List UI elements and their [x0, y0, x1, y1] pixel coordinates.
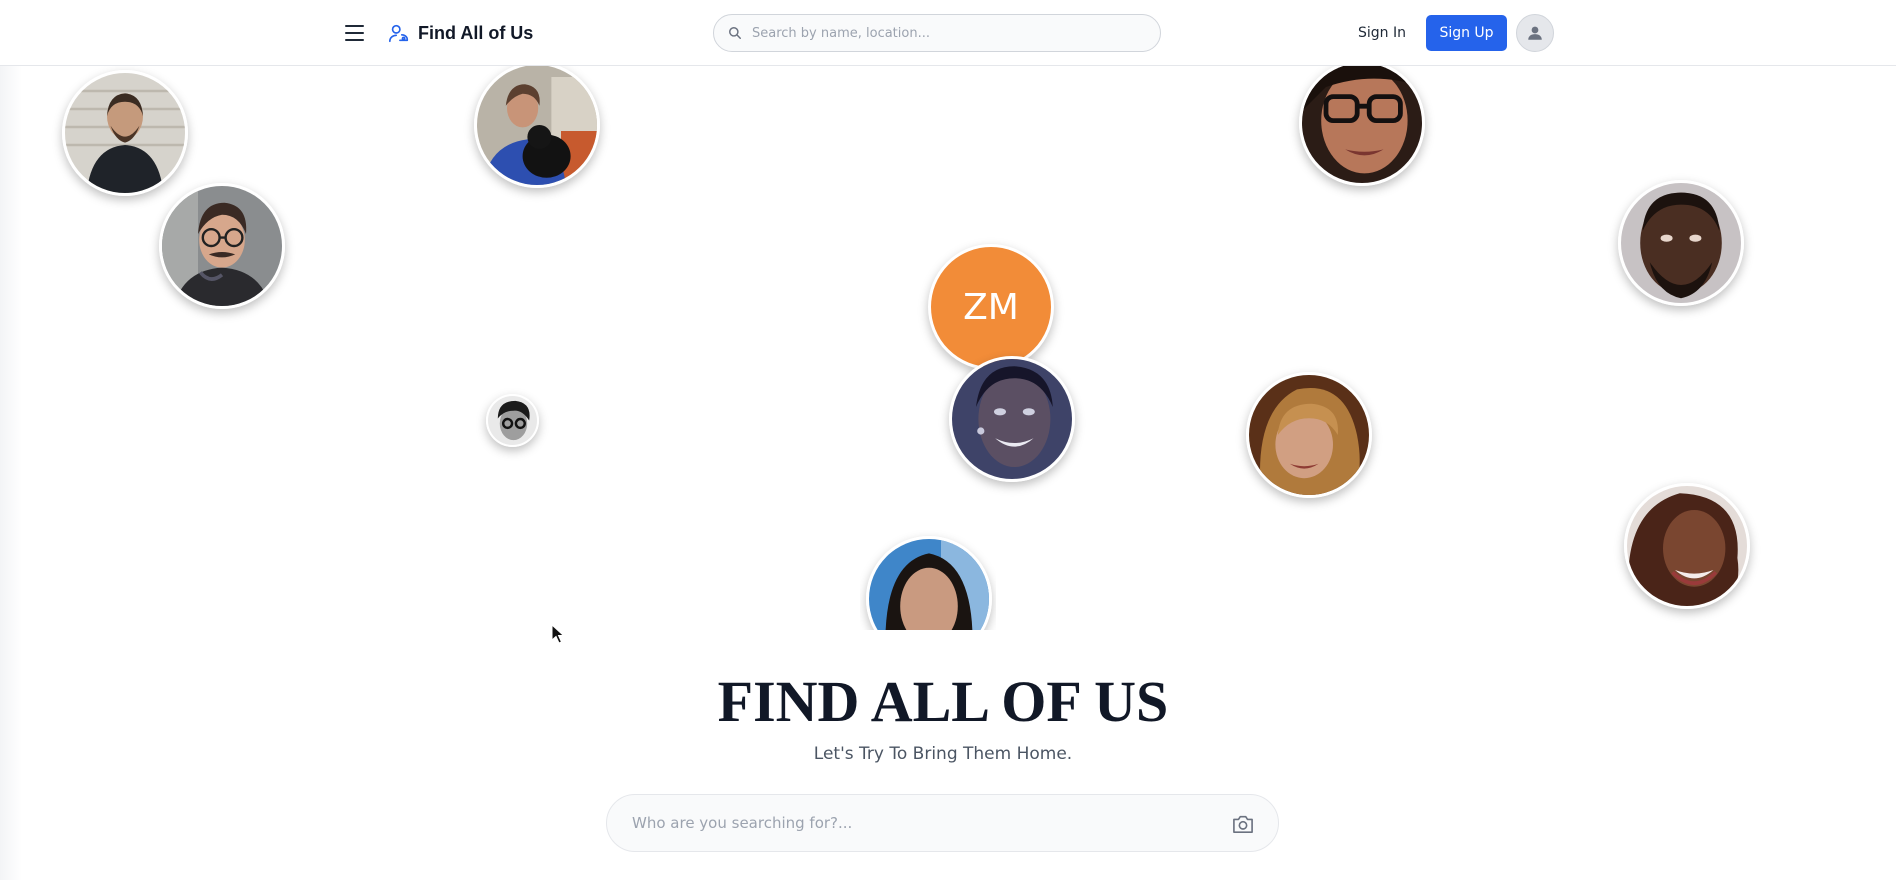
profile-photo-7[interactable] — [486, 394, 539, 447]
person-photo-icon — [65, 73, 185, 193]
profile-photo-6[interactable] — [949, 356, 1075, 482]
person-photo-icon — [1627, 486, 1747, 606]
top-navbar: Find All of Us Sign In Sign Up — [0, 0, 1896, 66]
profile-photo-3[interactable] — [474, 62, 600, 188]
profile-initials-avatar[interactable]: ZM — [928, 244, 1054, 370]
page: Find All of Us Sign In Sign Up — [0, 0, 1896, 880]
hero-search-input[interactable] — [632, 814, 1212, 832]
profile-photo-10[interactable] — [866, 536, 992, 630]
brand-logo-link[interactable]: Find All of Us — [388, 19, 533, 47]
person-photo-icon — [1302, 63, 1422, 183]
hamburger-menu-button[interactable] — [342, 21, 368, 45]
hero-subtitle: Let's Try To Bring Them Home. — [813, 744, 1073, 764]
profile-photo-8[interactable] — [1246, 372, 1372, 498]
image-search-button[interactable] — [1232, 814, 1254, 834]
profile-photo-5[interactable] — [1618, 180, 1744, 306]
person-photo-icon — [162, 186, 282, 306]
person-photo-icon — [1249, 375, 1369, 495]
hero-title: FIND ALL OF US — [717, 669, 1169, 734]
user-avatar-icon — [1528, 26, 1542, 40]
person-photo-icon — [1621, 183, 1741, 303]
profile-photo-4[interactable] — [1299, 60, 1425, 186]
people-outline-icon — [389, 24, 409, 43]
sign-up-button[interactable]: Sign Up — [1426, 15, 1507, 51]
person-photo-icon — [869, 539, 989, 630]
profile-photo-2[interactable] — [159, 183, 285, 309]
person-photo-icon — [488, 396, 537, 445]
hamburger-icon — [345, 25, 364, 27]
person-photo-icon — [952, 359, 1072, 479]
brand-name: Find All of Us — [418, 22, 534, 43]
profile-initials: ZM — [963, 286, 1019, 328]
header-search-box — [713, 14, 1161, 52]
profile-photo-9[interactable] — [1624, 483, 1750, 609]
partial-photo-clip — [860, 530, 996, 630]
profile-photo-1[interactable] — [62, 70, 188, 196]
sign-in-button[interactable]: Sign In — [1352, 20, 1412, 46]
search-icon — [729, 27, 741, 39]
profile-avatar-button[interactable] — [1516, 14, 1554, 52]
camera-icon — [1233, 815, 1253, 833]
hero-search-box — [606, 794, 1279, 852]
mouse-cursor-icon — [551, 624, 565, 644]
person-photo-icon — [477, 65, 597, 185]
header-search-input[interactable] — [752, 25, 1142, 41]
